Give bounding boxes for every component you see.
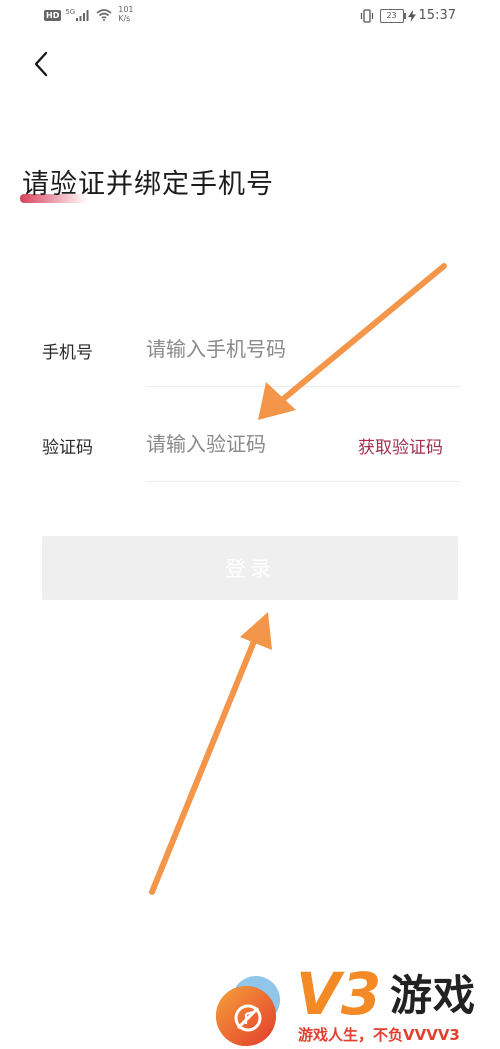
watermark-brand: 游戏 — [390, 971, 477, 1020]
status-bar: HD 5G 101 K/s 23 15:37 — [0, 0, 500, 34]
status-right: 23 15:37 — [360, 8, 456, 23]
watermark: V3 游戏 游戏人生，不负VVVV3 — [212, 962, 500, 1049]
wifi-icon — [96, 9, 112, 21]
v3-logo-icon — [216, 976, 280, 1046]
code-input[interactable] — [146, 429, 346, 459]
status-time: 15:37 — [418, 8, 456, 23]
status-left: HD 5G 101 K/s — [44, 5, 134, 23]
phone-divider — [146, 386, 460, 387]
code-divider — [146, 481, 460, 482]
page-title: 请验证并绑定手机号 — [22, 169, 274, 200]
code-label: 验证码 — [42, 438, 93, 458]
speed-unit: K/s — [118, 14, 131, 23]
annotation-arrows — [149, 263, 447, 895]
vibrate-icon — [360, 8, 373, 23]
get-code-button[interactable]: 获取验证码 — [358, 433, 443, 458]
watermark-logo-text: V3 — [296, 960, 382, 1028]
charge-icon — [407, 9, 416, 22]
network-type: 5G — [65, 8, 76, 16]
speed-value: 101 — [118, 5, 134, 14]
phone-label: 手机号 — [42, 343, 93, 363]
chevron-left-icon — [34, 51, 48, 77]
network-speed: 101 K/s — [118, 5, 133, 23]
signal-icon — [76, 10, 89, 21]
back-button[interactable] — [28, 50, 56, 78]
watermark-slogan: 游戏人生，不负VVVV3 — [298, 1026, 460, 1044]
battery-icon: 23 — [379, 8, 406, 23]
login-button[interactable]: 登录 — [42, 536, 458, 600]
phone-input[interactable] — [146, 334, 446, 364]
hd-badge: HD — [44, 10, 62, 21]
arrow-to-login-button — [149, 612, 272, 895]
